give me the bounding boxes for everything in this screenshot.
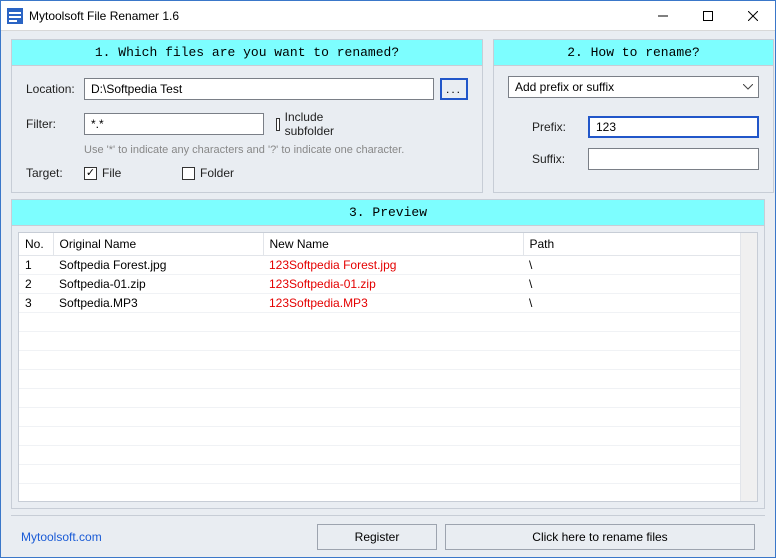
checkbox-icon bbox=[276, 118, 280, 131]
table-row: . bbox=[19, 389, 757, 408]
checkbox-icon bbox=[182, 167, 195, 180]
footer: Mytoolsoft.com Register Click here to re… bbox=[11, 515, 765, 557]
panel-how-rename: 2. How to rename? Add prefix or suffix P… bbox=[493, 39, 774, 193]
titlebar: Mytoolsoft File Renamer 1.6 bbox=[1, 1, 775, 31]
window-title: Mytoolsoft File Renamer 1.6 bbox=[29, 9, 640, 23]
location-input[interactable] bbox=[84, 78, 434, 100]
filter-hint: Use '*' to indicate any characters and '… bbox=[84, 144, 468, 156]
window-buttons bbox=[640, 1, 775, 30]
rename-button[interactable]: Click here to rename files bbox=[445, 524, 755, 550]
cell-path: \ bbox=[523, 294, 757, 313]
minimize-button[interactable] bbox=[640, 1, 685, 30]
panel-select-files: 1. Which files are you want to renamed? … bbox=[11, 39, 483, 193]
filter-label: Filter: bbox=[26, 117, 84, 131]
col-header-path[interactable]: Path bbox=[523, 233, 757, 256]
col-header-new[interactable]: New Name bbox=[263, 233, 523, 256]
browse-button[interactable]: ... bbox=[440, 78, 468, 100]
cell-new: 123Softpedia Forest.jpg bbox=[263, 256, 523, 275]
cell-path: \ bbox=[523, 275, 757, 294]
table-row: . bbox=[19, 351, 757, 370]
target-file-label: File bbox=[102, 166, 121, 180]
preview-table-wrap: No. Original Name New Name Path 1 Softpe… bbox=[18, 232, 758, 502]
checkbox-icon bbox=[84, 167, 97, 180]
target-file-checkbox[interactable]: File bbox=[84, 166, 142, 180]
col-header-original[interactable]: Original Name bbox=[53, 233, 263, 256]
panel-select-files-header: 1. Which files are you want to renamed? bbox=[12, 40, 482, 66]
prefix-input[interactable] bbox=[588, 116, 759, 138]
close-button[interactable] bbox=[730, 1, 775, 30]
table-row: . bbox=[19, 332, 757, 351]
cell-path: \ bbox=[523, 256, 757, 275]
table-row: . bbox=[19, 313, 757, 332]
chevron-down-icon bbox=[743, 84, 753, 90]
suffix-input[interactable] bbox=[588, 148, 759, 170]
prefix-label: Prefix: bbox=[532, 120, 588, 134]
maximize-button[interactable] bbox=[685, 1, 730, 30]
app-icon bbox=[7, 8, 23, 24]
filter-input[interactable] bbox=[84, 113, 264, 135]
table-row: . bbox=[19, 370, 757, 389]
target-label: Target: bbox=[26, 166, 84, 180]
target-folder-label: Folder bbox=[200, 166, 234, 180]
cell-new: 123Softpedia-01.zip bbox=[263, 275, 523, 294]
cell-original: Softpedia-01.zip bbox=[53, 275, 263, 294]
table-header-row: No. Original Name New Name Path bbox=[19, 233, 757, 256]
cell-new: 123Softpedia.MP3 bbox=[263, 294, 523, 313]
table-row: . bbox=[19, 408, 757, 427]
cell-no: 3 bbox=[19, 294, 53, 313]
col-header-no[interactable]: No. bbox=[19, 233, 53, 256]
table-row: . bbox=[19, 446, 757, 465]
panel-preview-header: 3. Preview bbox=[12, 200, 764, 226]
location-label: Location: bbox=[26, 82, 84, 96]
table-row: . bbox=[19, 465, 757, 484]
include-subfolder-label: Include subfolder bbox=[285, 110, 334, 138]
table-row[interactable]: 1 Softpedia Forest.jpg 123Softpedia Fore… bbox=[19, 256, 757, 275]
cell-no: 2 bbox=[19, 275, 53, 294]
cell-original: Softpedia.MP3 bbox=[53, 294, 263, 313]
register-button[interactable]: Register bbox=[317, 524, 437, 550]
target-folder-checkbox[interactable]: Folder bbox=[182, 166, 240, 180]
table-row: . bbox=[19, 427, 757, 446]
table-row[interactable]: 2 Softpedia-01.zip 123Softpedia-01.zip \ bbox=[19, 275, 757, 294]
table-row[interactable]: 3 Softpedia.MP3 123Softpedia.MP3 \ bbox=[19, 294, 757, 313]
panel-preview: 3. Preview No. Original Name New Name Pa… bbox=[11, 199, 765, 509]
vertical-scrollbar[interactable] bbox=[740, 233, 757, 501]
suffix-label: Suffix: bbox=[532, 152, 588, 166]
include-subfolder-checkbox[interactable]: Include subfolder bbox=[276, 110, 334, 138]
vendor-link[interactable]: Mytoolsoft.com bbox=[21, 530, 102, 544]
cell-original: Softpedia Forest.jpg bbox=[53, 256, 263, 275]
panel-how-rename-header: 2. How to rename? bbox=[494, 40, 773, 66]
cell-no: 1 bbox=[19, 256, 53, 275]
rename-mode-select[interactable]: Add prefix or suffix bbox=[508, 76, 759, 98]
content-area: 1. Which files are you want to renamed? … bbox=[1, 31, 775, 557]
rename-mode-selected: Add prefix or suffix bbox=[508, 76, 759, 98]
top-row: 1. Which files are you want to renamed? … bbox=[11, 39, 765, 193]
preview-table: No. Original Name New Name Path 1 Softpe… bbox=[19, 233, 757, 484]
